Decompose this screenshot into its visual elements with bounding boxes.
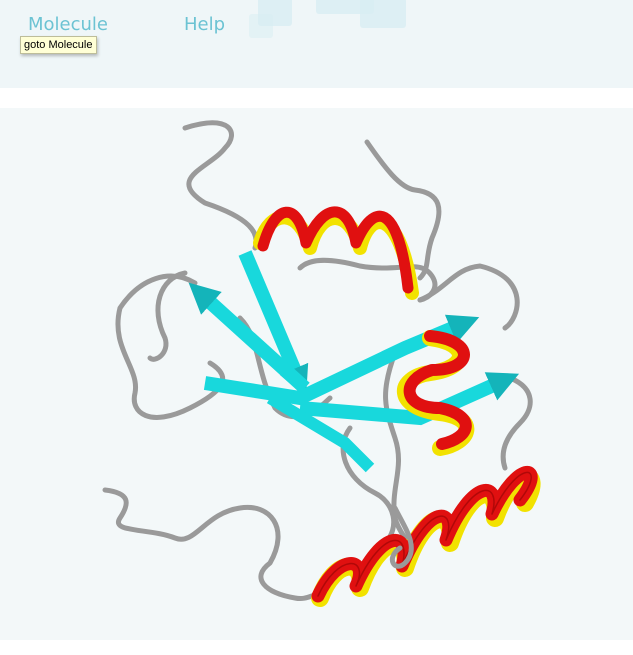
coil <box>182 120 259 251</box>
header-decoration-tile <box>360 0 406 28</box>
coil <box>417 263 520 331</box>
header-decoration-tile <box>249 14 273 38</box>
top-navigation-bar: Molecule Help goto Molecule <box>0 0 633 88</box>
helix-outer <box>311 466 538 603</box>
molecule-tooltip: goto Molecule <box>20 36 97 54</box>
molecule-viewer[interactable] <box>0 108 633 640</box>
protein-ribbon-render[interactable] <box>0 108 633 640</box>
nav-help-link[interactable]: Help <box>184 14 225 35</box>
coil <box>147 270 188 362</box>
coil <box>102 487 321 601</box>
coil <box>500 375 533 471</box>
helix-outer <box>403 330 472 450</box>
nav-molecule-link[interactable]: Molecule <box>28 14 108 35</box>
